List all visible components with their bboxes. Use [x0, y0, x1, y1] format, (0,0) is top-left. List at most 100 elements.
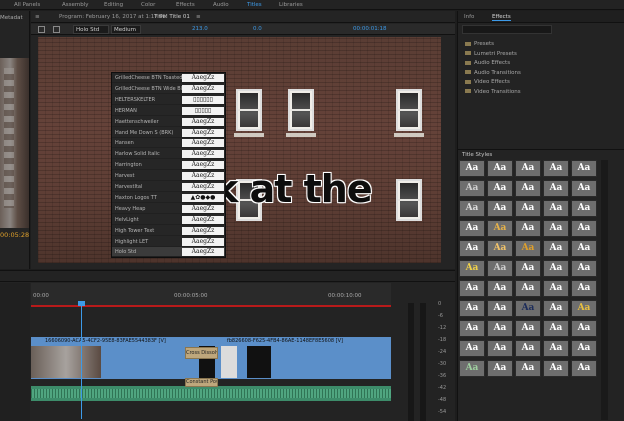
- tab-all-panels[interactable]: All Panels: [14, 2, 40, 8]
- title-style-swatch[interactable]: Aa: [543, 180, 569, 197]
- title-style-swatch[interactable]: Aa: [571, 260, 597, 277]
- title-tab[interactable]: Title: Title 01: [154, 14, 190, 20]
- title-style-swatch[interactable]: Aa: [515, 180, 541, 197]
- font-list-item[interactable]: Heavy Heap AaegZz: [112, 204, 225, 214]
- title-style-swatch[interactable]: Aa: [571, 280, 597, 297]
- title-style-swatch[interactable]: Aa: [515, 220, 541, 237]
- metadata-tab[interactable]: Metadat: [0, 15, 23, 21]
- font-list-item[interactable]: GrilledCheese BTN Toasted AaegZz: [112, 73, 225, 83]
- type-tool-icon[interactable]: [53, 26, 60, 33]
- title-style-swatch[interactable]: Aa: [515, 280, 541, 297]
- font-list-item[interactable]: Hand Me Down S (BRK) AaegZz: [112, 128, 225, 138]
- tab-info[interactable]: Info: [464, 14, 474, 20]
- show-background-icon[interactable]: [38, 26, 45, 33]
- title-style-swatch[interactable]: Aa: [571, 240, 597, 257]
- font-list-item[interactable]: HarvestItal AaegZz: [112, 182, 225, 192]
- title-style-swatch[interactable]: Aa: [515, 320, 541, 337]
- title-style-swatch[interactable]: Aa: [487, 180, 513, 197]
- title-style-swatch[interactable]: Aa: [571, 340, 597, 357]
- title-style-swatch[interactable]: Aa: [487, 340, 513, 357]
- font-size-value[interactable]: 213.0: [192, 26, 208, 32]
- title-style-swatch[interactable]: Aa: [543, 220, 569, 237]
- font-list-item[interactable]: Holo Std AaegZz: [112, 247, 225, 257]
- title-style-swatch[interactable]: Aa: [459, 260, 485, 277]
- title-style-swatch[interactable]: Aa: [487, 280, 513, 297]
- constant-power-transition[interactable]: Constant Pow: [185, 378, 218, 387]
- title-timecode[interactable]: 00:00:01:18: [353, 26, 387, 32]
- font-list-item[interactable]: High Tower Text AaegZz: [112, 226, 225, 236]
- font-list-item[interactable]: GrilledCheese BTN Wide Blk AaegZz: [112, 84, 225, 94]
- title-style-swatch[interactable]: Aa: [515, 240, 541, 257]
- styles-scrollbar[interactable]: [601, 160, 608, 420]
- effects-folder[interactable]: Lumetri Presets: [465, 51, 517, 57]
- font-list-item[interactable]: HelvLight AaegZz: [112, 215, 225, 225]
- title-style-swatch[interactable]: Aa: [571, 180, 597, 197]
- title-style-swatch[interactable]: Aa: [459, 220, 485, 237]
- title-style-swatch[interactable]: Aa: [515, 200, 541, 217]
- font-family-select[interactable]: Holo Std: [73, 25, 109, 34]
- cross-dissolve-transition[interactable]: Cross Dissolv: [185, 347, 218, 359]
- title-style-swatch[interactable]: Aa: [543, 200, 569, 217]
- panel-menu-icon[interactable]: ≡: [35, 14, 40, 20]
- title-style-swatch[interactable]: Aa: [543, 340, 569, 357]
- kerning-value[interactable]: 0.0: [253, 26, 262, 32]
- title-style-swatch[interactable]: Aa: [459, 240, 485, 257]
- tab-editing[interactable]: Editing: [104, 2, 123, 8]
- tab-assembly[interactable]: Assembly: [62, 2, 89, 8]
- title-style-swatch[interactable]: Aa: [515, 260, 541, 277]
- effects-folder[interactable]: Presets: [465, 41, 494, 47]
- title-style-swatch[interactable]: Aa: [487, 200, 513, 217]
- source-timecode[interactable]: 00:05:28: [0, 231, 29, 239]
- title-style-swatch[interactable]: Aa: [571, 320, 597, 337]
- title-style-swatch[interactable]: Aa: [543, 260, 569, 277]
- audio-track[interactable]: [31, 386, 391, 401]
- tab-color[interactable]: Color: [141, 2, 155, 8]
- title-style-swatch[interactable]: Aa: [487, 300, 513, 317]
- tab-effects-panel[interactable]: Effects: [492, 14, 511, 21]
- title-style-swatch[interactable]: Aa: [487, 220, 513, 237]
- title-style-swatch[interactable]: Aa: [487, 360, 513, 377]
- tab-audio[interactable]: Audio: [213, 2, 229, 8]
- title-style-swatch[interactable]: Aa: [543, 300, 569, 317]
- panel-menu-icon[interactable]: ≡: [196, 14, 201, 20]
- title-style-swatch[interactable]: Aa: [459, 320, 485, 337]
- title-style-swatch[interactable]: Aa: [543, 240, 569, 257]
- title-style-swatch[interactable]: Aa: [487, 320, 513, 337]
- title-style-swatch[interactable]: Aa: [515, 360, 541, 377]
- title-style-swatch[interactable]: Aa: [571, 300, 597, 317]
- title-style-swatch[interactable]: Aa: [543, 320, 569, 337]
- effects-folder[interactable]: Audio Transitions: [465, 70, 521, 76]
- font-style-select[interactable]: Medium: [111, 25, 141, 34]
- font-list-item[interactable]: HERMAN ▯▯▯▯▯: [112, 106, 225, 116]
- title-style-swatch[interactable]: Aa: [543, 360, 569, 377]
- title-style-swatch[interactable]: Aa: [459, 160, 485, 177]
- title-style-swatch[interactable]: Aa: [571, 220, 597, 237]
- playhead[interactable]: [78, 301, 85, 419]
- font-list-item[interactable]: HELTERSKELTER ▯▯▯▯▯▯: [112, 95, 225, 105]
- font-dropdown-list[interactable]: GrilledCheese BTN Toasted AaegZz GrilledCh…: [111, 72, 226, 258]
- title-style-swatch[interactable]: Aa: [487, 240, 513, 257]
- font-list-item[interactable]: Haxton Logos TT ▲✿●◆●: [112, 193, 225, 203]
- font-list-item[interactable]: Highlight LET AaegZz: [112, 237, 225, 247]
- time-ruler[interactable]: 00:00 00:00:05:00 00:00:10:00: [31, 283, 391, 307]
- font-list-item[interactable]: Harrington AaegZz: [112, 160, 225, 171]
- title-style-swatch[interactable]: Aa: [571, 360, 597, 377]
- title-style-swatch[interactable]: Aa: [543, 280, 569, 297]
- title-style-swatch[interactable]: Aa: [515, 340, 541, 357]
- tab-libraries[interactable]: Libraries: [279, 2, 303, 8]
- title-style-swatch[interactable]: Aa: [487, 160, 513, 177]
- font-list-item[interactable]: Haettenschweiler AaegZz: [112, 117, 225, 127]
- title-style-swatch[interactable]: Aa: [459, 280, 485, 297]
- program-title[interactable]: Program: February 16, 2017 at 1:17 PM: [59, 14, 168, 20]
- title-style-swatch[interactable]: Aa: [459, 200, 485, 217]
- tab-titles[interactable]: Titles: [247, 2, 262, 8]
- title-style-swatch[interactable]: Aa: [459, 360, 485, 377]
- title-style-swatch[interactable]: Aa: [515, 160, 541, 177]
- font-list-item[interactable]: Hansen AaegZz: [112, 138, 225, 149]
- title-style-swatch[interactable]: Aa: [515, 300, 541, 317]
- font-list-item[interactable]: Harvest AaegZz: [112, 171, 225, 182]
- title-style-swatch[interactable]: Aa: [459, 300, 485, 317]
- effects-folder[interactable]: Video Transitions: [465, 89, 521, 95]
- title-style-swatch[interactable]: Aa: [571, 200, 597, 217]
- effects-search-input[interactable]: [462, 25, 552, 34]
